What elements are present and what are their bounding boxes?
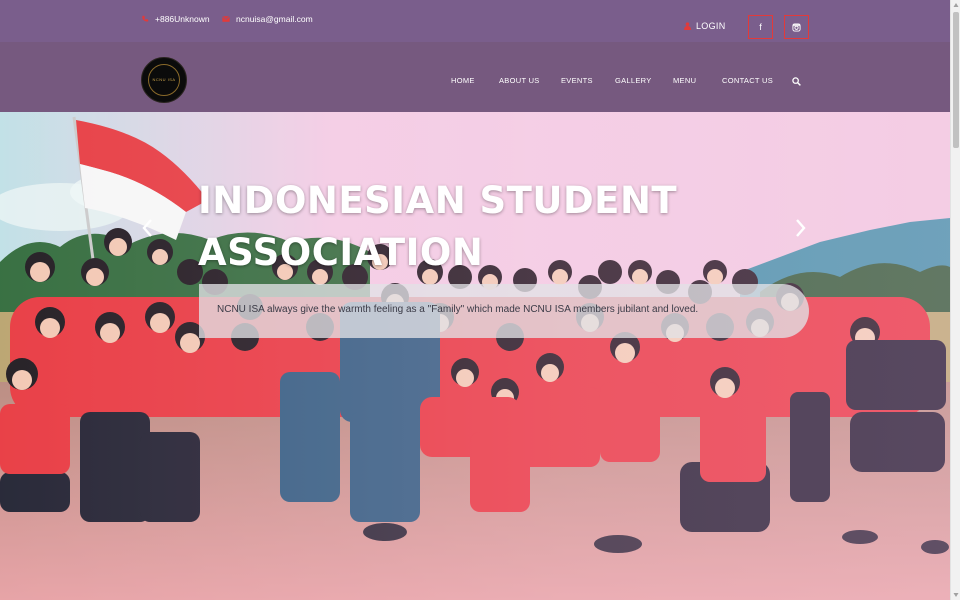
facebook-button[interactable]: f <box>748 15 773 39</box>
scrollbar-thumb[interactable] <box>953 12 959 148</box>
hero-caption-text: NCNU ISA always give the warmth feeling … <box>217 304 699 315</box>
nav-item-events[interactable]: EVENTS <box>561 76 593 85</box>
hero-title: INDONESIAN STUDENT ASSOCIATION <box>198 175 677 279</box>
scroll-up-icon[interactable] <box>953 2 959 8</box>
hero-title-line-2: ASSOCIATION <box>198 231 484 274</box>
search-icon[interactable] <box>792 77 801 86</box>
hero-title-line-1: INDONESIAN STUDENT <box>198 179 678 222</box>
phone-text: +886Unknown <box>155 14 210 24</box>
chevron-right-icon[interactable] <box>793 216 809 240</box>
instagram-button[interactable] <box>784 15 809 39</box>
logo-text: NCNU ISA <box>152 77 176 82</box>
user-icon <box>684 22 691 30</box>
phone-icon <box>142 15 149 22</box>
main-navbar: NCNU ISA HOME ABOUT US EVENTS GALLERY ME… <box>0 42 950 112</box>
scroll-down-icon[interactable] <box>953 592 959 598</box>
site-logo[interactable]: NCNU ISA <box>141 57 187 103</box>
login-link[interactable]: LOGIN <box>684 21 726 31</box>
phone-contact[interactable]: +886Unknown <box>141 14 210 24</box>
envelope-icon <box>222 15 230 22</box>
nav-item-about-us[interactable]: ABOUT US <box>499 76 540 85</box>
nav-item-contact-us[interactable]: CONTACT US <box>722 76 773 85</box>
nav-item-home[interactable]: HOME <box>451 76 475 85</box>
top-contact-bar: +886Unknown ncnuisa@gmail.com LOGIN f <box>0 0 950 42</box>
login-label: LOGIN <box>696 21 726 31</box>
chevron-left-icon[interactable] <box>139 216 155 240</box>
email-contact[interactable]: ncnuisa@gmail.com <box>222 14 313 24</box>
page-scrollbar[interactable] <box>950 0 960 600</box>
email-text: ncnuisa@gmail.com <box>236 14 313 24</box>
page: +886Unknown ncnuisa@gmail.com LOGIN f NC… <box>0 0 950 600</box>
instagram-icon <box>792 22 801 32</box>
nav-item-menu[interactable]: MENU <box>673 76 696 85</box>
hero-caption-box: NCNU ISA always give the warmth feeling … <box>199 284 809 338</box>
facebook-icon: f <box>759 22 762 32</box>
nav-item-gallery[interactable]: GALLERY <box>615 76 652 85</box>
